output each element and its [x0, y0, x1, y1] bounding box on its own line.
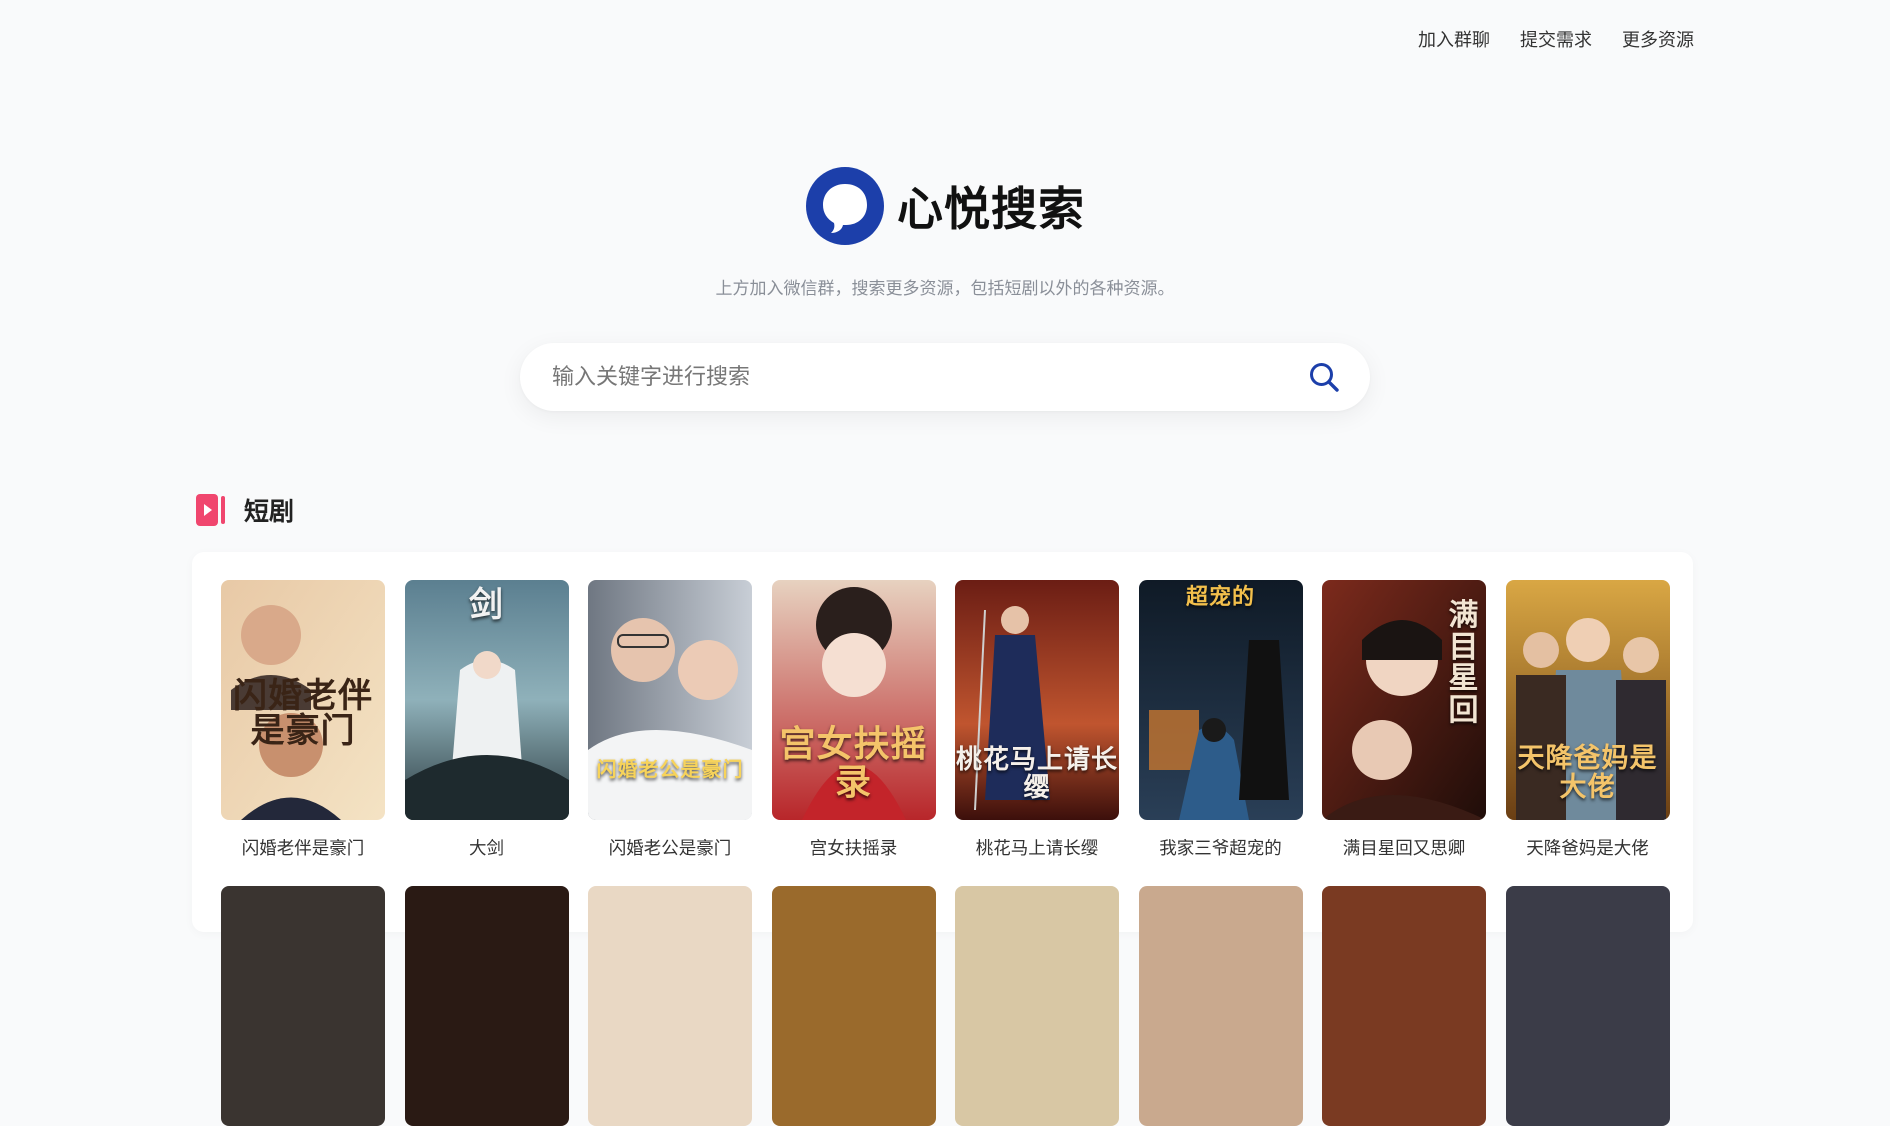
poster-caption: 闪婚老公是豪门 [596, 757, 744, 781]
poster-caption: 剑 [469, 585, 504, 625]
drama-card[interactable] [221, 886, 385, 1126]
drama-poster[interactable] [955, 886, 1119, 1126]
drama-card[interactable]: 桃花马上请长缨 桃花马上请长缨 [955, 580, 1119, 860]
play-video-icon [196, 494, 225, 526]
drama-card[interactable] [588, 886, 752, 1126]
logo[interactable]: 心悦搜索 [805, 166, 1085, 246]
search-icon [1310, 363, 1339, 392]
drama-poster[interactable] [221, 886, 385, 1126]
drama-card[interactable] [404, 886, 569, 1126]
drama-title: 宫女扶摇录 [809, 839, 898, 859]
section-header: 短剧 [196, 492, 294, 528]
drama-card[interactable]: 宫女扶摇录 宫女扶摇录 [771, 580, 936, 860]
drama-card[interactable]: 超宠的 我家三爷超宠的 [1138, 580, 1303, 860]
drama-poster[interactable]: 闪婚老伴是豪门 [221, 580, 385, 820]
poster-caption: 超宠的 [1185, 584, 1255, 610]
drama-poster[interactable]: 超宠的 [1138, 580, 1303, 820]
drama-title: 闪婚老公是豪门 [608, 839, 732, 859]
hero: 心悦搜索 上方加入微信群，搜索更多资源，包括短剧以外的各种资源。 [0, 166, 1890, 411]
poster-caption: 宫女扶摇录 [779, 723, 928, 804]
nav-more-resources[interactable]: 更多资源 [1622, 26, 1694, 52]
drama-panel: 闪婚老伴是豪门 闪婚老伴是豪门 剑 大剑 闪婚老公是豪门 闪婚老公是豪门 宫女扶… [192, 552, 1693, 1126]
drama-title: 我家三爷超宠的 [1159, 839, 1282, 859]
drama-poster[interactable]: 剑 [404, 580, 569, 820]
section-title: 短剧 [244, 497, 295, 526]
drama-card[interactable]: 剑 大剑 [404, 580, 569, 860]
drama-card[interactable]: 闪婚老伴是豪门 闪婚老伴是豪门 [221, 580, 385, 860]
drama-title: 天降爸妈是大佬 [1526, 839, 1649, 859]
drama-card[interactable]: 天降爸妈是大佬 天降爸妈是大佬 [1505, 580, 1670, 860]
poster-caption: 桃花马上请长缨 [955, 745, 1118, 803]
drama-card[interactable] [955, 886, 1119, 1126]
drama-title: 大剑 [469, 839, 504, 859]
nav-submit-request[interactable]: 提交需求 [1520, 26, 1592, 52]
drama-title: 闪婚老伴是豪门 [241, 839, 365, 859]
poster-caption: 满目星回 [1448, 598, 1480, 728]
drama-card[interactable] [1505, 886, 1670, 1126]
logo-icon [806, 167, 884, 245]
drama-poster[interactable] [1322, 886, 1486, 1126]
drama-poster[interactable] [404, 886, 569, 1126]
drama-card[interactable] [1138, 886, 1303, 1126]
drama-poster[interactable] [1138, 886, 1303, 1126]
tagline: 上方加入微信群，搜索更多资源，包括短剧以外的各种资源。 [715, 279, 1175, 299]
drama-poster[interactable] [1505, 886, 1670, 1126]
drama-card[interactable]: 满目星回 满目星回又思卿 [1322, 580, 1486, 860]
drama-title: 满目星回又思卿 [1342, 839, 1466, 859]
drama-title: 桃花马上请长缨 [975, 839, 1099, 859]
brand-name: 心悦搜索 [897, 182, 1085, 236]
drama-poster[interactable]: 闪婚老公是豪门 [588, 580, 752, 820]
drama-poster[interactable]: 满目星回 [1322, 580, 1486, 820]
drama-card[interactable] [1322, 886, 1486, 1126]
drama-poster[interactable] [588, 886, 752, 1126]
search-bar [520, 343, 1370, 411]
search-input[interactable] [550, 363, 1306, 391]
nav-join-group[interactable]: 加入群聊 [1418, 26, 1490, 52]
drama-grid: 闪婚老伴是豪门 闪婚老伴是豪门 剑 大剑 闪婚老公是豪门 闪婚老公是豪门 宫女扶… [221, 580, 1670, 1126]
drama-poster[interactable]: 宫女扶摇录 [771, 580, 936, 820]
drama-poster[interactable] [771, 886, 936, 1126]
top-nav: 加入群聊 提交需求 更多资源 [1418, 26, 1694, 52]
drama-card[interactable] [771, 886, 936, 1126]
drama-poster[interactable]: 桃花马上请长缨 [955, 580, 1119, 820]
poster-caption: 天降爸妈是大佬 [1517, 743, 1658, 803]
poster-caption: 闪婚老伴是豪门 [233, 675, 373, 752]
search-button[interactable] [1306, 359, 1342, 395]
drama-card[interactable]: 闪婚老公是豪门 闪婚老公是豪门 [588, 580, 752, 860]
drama-poster[interactable]: 天降爸妈是大佬 [1505, 580, 1670, 820]
